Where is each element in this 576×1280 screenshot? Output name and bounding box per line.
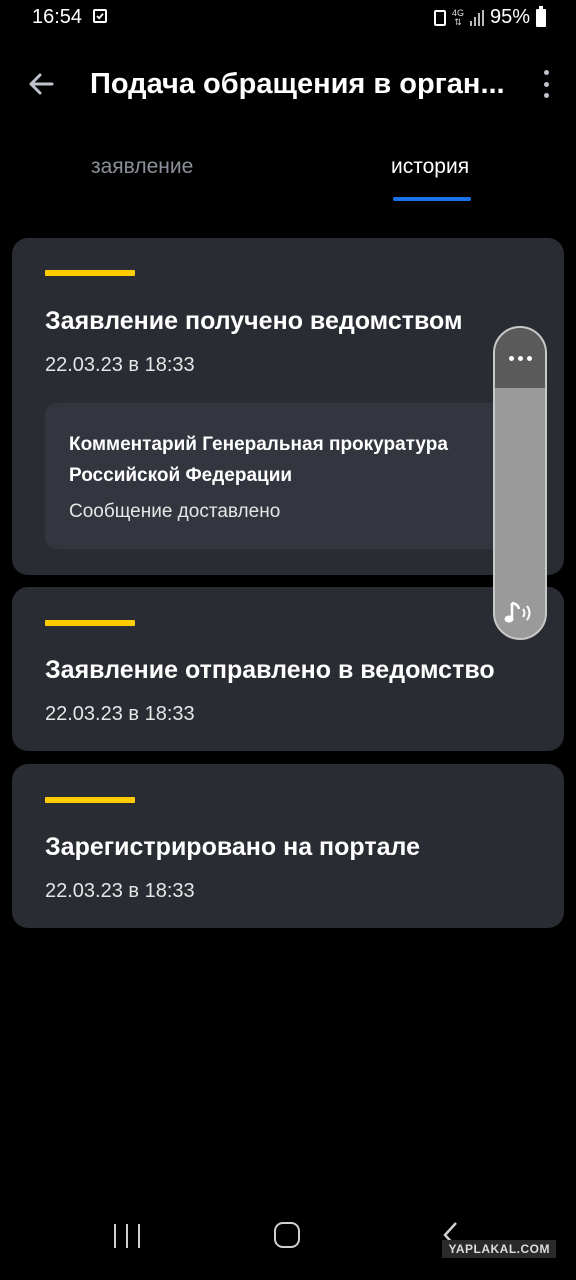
card-accent-bar [45,270,135,276]
music-sound-icon[interactable] [503,598,539,628]
battery-icon [536,5,546,27]
back-button[interactable] [26,68,58,100]
tab-history[interactable]: история [391,155,469,179]
history-card: Зарегистрировано на портале 22.03.23 в 1… [12,764,564,928]
history-card: Заявление отправлено в ведомство 22.03.2… [12,587,564,751]
home-button[interactable] [274,1222,300,1248]
more-horiz-icon[interactable] [495,328,545,388]
more-options-button[interactable] [542,68,550,100]
checkbox-notification-icon [93,9,107,23]
arrow-left-icon [29,73,54,95]
tab-statement[interactable]: заявление [91,155,193,179]
signal-icon [469,9,484,26]
network-type-icon: 4G ⇅ [451,7,464,27]
tab-indicator [393,197,471,201]
card-accent-bar [45,620,135,626]
comment-status: Сообщение доставлено [69,501,281,522]
watermark: YAPLAKAL.COM [442,1240,556,1258]
battery-percent: 95% [489,6,530,28]
comment-title: Комментарий Генеральная прокуратура Росс… [69,434,448,486]
comment-box: Комментарий Генеральная прокуратура Росс… [45,403,541,549]
tab-bar: заявление история [0,150,576,206]
status-time: 16:54 [32,6,83,28]
battery-saver-icon [433,9,446,26]
recent-apps-button[interactable] [114,1224,140,1250]
status-indicators: 4G ⇅ 95% [433,5,546,29]
history-date: 22.03.23 в 18:33 [45,703,195,725]
history-title: Заявление отправлено в ведомство [45,656,495,684]
history-card: Заявление получено ведомством 22.03.23 в… [12,238,564,575]
card-accent-bar [45,797,135,803]
system-nav-bar: YAPLAKAL.COM [0,1200,576,1280]
more-vert-icon [543,70,549,75]
history-title: Заявление получено ведомством [45,307,463,335]
app-bar: Подача обращения в орган... [0,56,576,112]
history-title: Зарегистрировано на портале [45,833,420,861]
status-bar: 16:54 4G ⇅ 95% [0,0,576,36]
page-title: Подача обращения в орган... [90,68,505,100]
floating-volume-panel[interactable] [493,326,547,640]
history-date: 22.03.23 в 18:33 [45,880,195,902]
history-date: 22.03.23 в 18:33 [45,354,195,376]
network-type-label: 4G [451,7,464,18]
